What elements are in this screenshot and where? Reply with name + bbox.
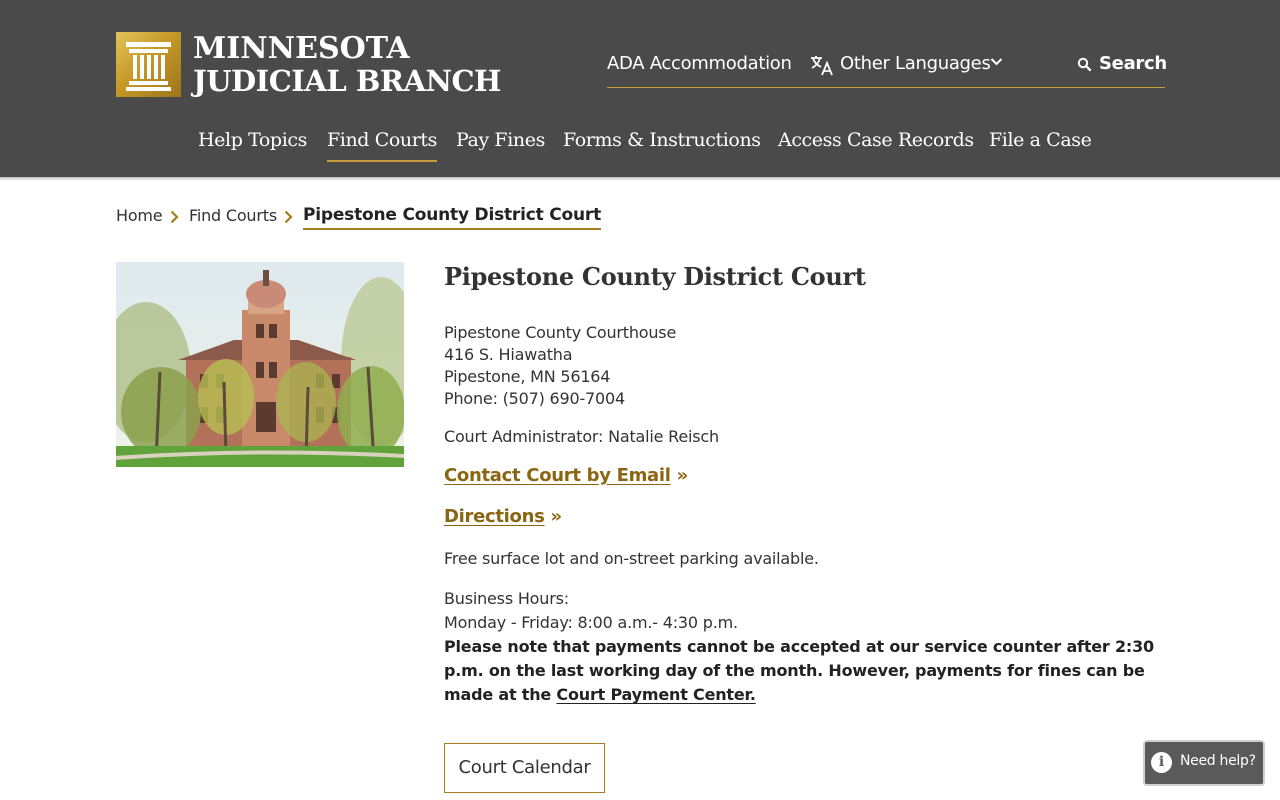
header-shadow (0, 177, 1280, 181)
directions-label: Directions (444, 506, 545, 527)
chevron-right-icon (284, 210, 293, 224)
payment-note: Please note that payments cannot be acce… (444, 635, 1159, 707)
site-logo[interactable]: MINNESOTA JUDICIAL BRANCH (116, 32, 526, 98)
logo-line-1: MINNESOTA (193, 31, 410, 66)
breadcrumb-current: Pipestone County District Court (303, 203, 601, 230)
breadcrumb-find-courts[interactable]: Find Courts (189, 204, 277, 228)
logo-wordmark: MINNESOTA JUDICIAL BRANCH (193, 31, 501, 98)
address-phone: Phone: (507) 690-7004 (444, 389, 625, 408)
translate-icon (811, 56, 833, 76)
contact-email-label: Contact Court by Email (444, 465, 671, 486)
info-icon: i (1151, 752, 1172, 773)
contact-email-arrow: » (676, 465, 689, 486)
court-administrator: Court Administrator: Natalie Reisch (444, 427, 719, 446)
court-calendar-button[interactable]: Court Calendar (444, 743, 605, 793)
directions-link[interactable]: Directions » (444, 505, 562, 529)
nav-access-case-records[interactable]: Access Case Records (778, 126, 974, 154)
search-label: Search (1099, 53, 1167, 74)
nav-help-topics[interactable]: Help Topics (198, 126, 307, 154)
need-help-button[interactable]: i Need help? (1145, 742, 1263, 784)
chevron-down-icon (990, 58, 1003, 66)
column-pillar-icon (116, 32, 181, 97)
site-header: MINNESOTA JUDICIAL BRANCH ADA Accommodat… (0, 0, 1280, 177)
contact-email-link[interactable]: Contact Court by Email » (444, 464, 688, 488)
business-hours: Monday - Friday: 8:00 a.m.- 4:30 p.m. (444, 613, 738, 632)
nav-pay-fines[interactable]: Pay Fines (456, 126, 545, 154)
ada-accommodation-link[interactable]: ADA Accommodation (607, 52, 792, 76)
court-payment-center-link[interactable]: Court Payment Center. (556, 685, 756, 704)
address-city: Pipestone, MN 56164 (444, 367, 611, 386)
business-hours-label: Business Hours: (444, 589, 569, 608)
nav-find-courts[interactable]: Find Courts (327, 126, 437, 162)
need-help-label: Need help? (1180, 753, 1256, 769)
directions-arrow: » (550, 506, 563, 527)
nav-forms-instructions[interactable]: Forms & Instructions (563, 126, 761, 154)
address-street: 416 S. Hiawatha (444, 345, 573, 364)
utility-nav: ADA Accommodation Other Languages Search (607, 52, 1167, 88)
logo-line-2: JUDICIAL BRANCH (193, 64, 501, 98)
search-icon (1077, 57, 1092, 72)
page-title: Pipestone County District Court (444, 262, 866, 291)
other-languages-label: Other Languages (840, 53, 991, 74)
courthouse-photo (116, 262, 404, 467)
parking-info: Free surface lot and on-street parking a… (444, 549, 819, 568)
breadcrumb-home[interactable]: Home (116, 204, 163, 228)
address-building: Pipestone County Courthouse (444, 323, 677, 342)
nav-file-a-case[interactable]: File a Case (989, 126, 1092, 154)
payment-note-text: Please note that payments cannot be acce… (444, 637, 1154, 704)
chevron-right-icon (170, 210, 179, 224)
